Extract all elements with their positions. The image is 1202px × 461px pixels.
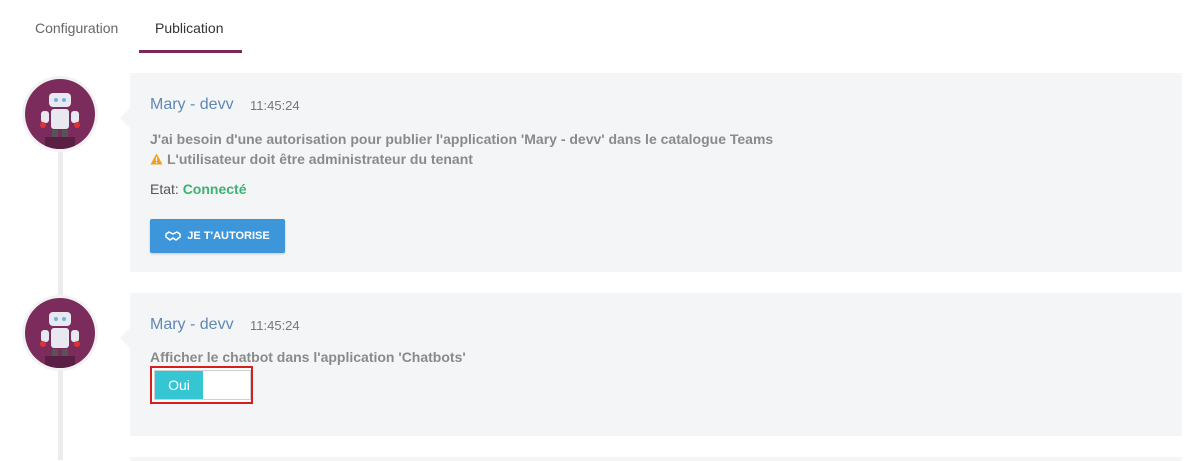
message-card-partial (130, 457, 1182, 461)
robot-icon (40, 312, 80, 368)
warning-line: L'utilisateur doit être administrateur d… (150, 151, 473, 167)
tab-publication[interactable]: Publication (155, 20, 224, 36)
warning-text: L'utilisateur doit être administrateur d… (167, 151, 473, 167)
message-time: 11:45:24 (250, 98, 300, 113)
state-label: Etat: (150, 181, 179, 197)
authorize-button[interactable]: JE T'AUTORISE (150, 219, 285, 253)
timeline-line (58, 110, 63, 460)
message-author: Mary - devv (150, 316, 234, 333)
highlight-box: Oui (150, 366, 253, 404)
tab-bar: Configuration Publication (0, 0, 1202, 60)
message-time: 11:45:24 (250, 318, 300, 333)
message-text: Afficher le chatbot dans l'application '… (150, 349, 466, 365)
bot-avatar (22, 76, 98, 152)
bot-avatar (22, 295, 98, 371)
tab-configuration[interactable]: Configuration (35, 20, 118, 36)
message-author: Mary - devv (150, 96, 234, 113)
active-tab-indicator (139, 50, 242, 53)
message-card-authorization: Mary - devv 11:45:24 J'ai besoin d'une a… (120, 73, 1182, 272)
warning-triangle-icon (150, 153, 163, 165)
message-card-chatbot-display: Mary - devv 11:45:24 Afficher le chatbot… (120, 293, 1182, 436)
handshake-icon (165, 231, 181, 241)
connection-state: Etat: Connecté (150, 181, 246, 197)
authorize-button-label: JE T'AUTORISE (187, 230, 270, 242)
state-value: Connecté (182, 181, 247, 197)
yes-no-toggle[interactable]: Oui (154, 370, 251, 400)
message-text: J'ai besoin d'une autorisation pour publ… (150, 131, 774, 147)
toggle-on-label: Oui (155, 371, 203, 399)
robot-icon (40, 93, 80, 149)
